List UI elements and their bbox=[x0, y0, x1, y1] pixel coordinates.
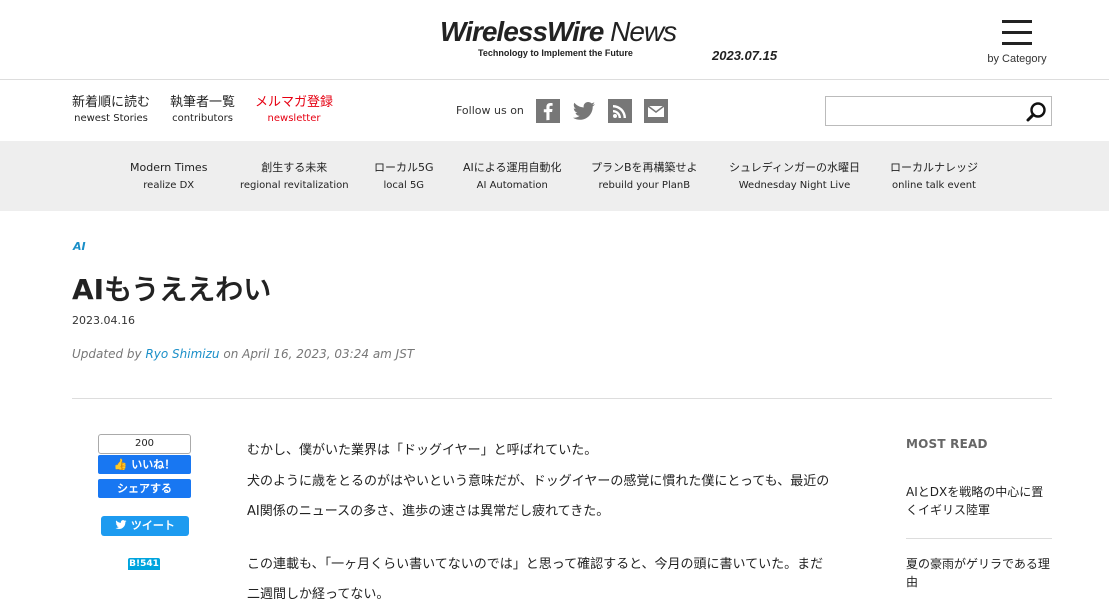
category-modern-times[interactable]: Modern Times realize DX bbox=[130, 159, 207, 195]
sub-navigation: 新着順に読む newest Stories 執筆者一覧 contributors… bbox=[0, 81, 1109, 141]
search-form bbox=[825, 96, 1052, 126]
paragraph-line: むかし、僕がいた業界は「ドッグイヤー」と呼ばれていた。 bbox=[247, 443, 598, 458]
most-read-item[interactable]: AIとDXを戦略の中心に置くイギリス陸軍 bbox=[906, 483, 1052, 519]
facebook-like-button[interactable]: 👍 いいね！ bbox=[98, 455, 191, 474]
facebook-icon[interactable] bbox=[536, 99, 560, 123]
category-label-en: regional revitalization bbox=[240, 180, 349, 191]
paragraph-line: AI関係のニュースの多さ、進歩の速さは異常だし疲れてきた。 bbox=[247, 504, 610, 519]
most-read-heading: MOST READ bbox=[906, 437, 988, 451]
logo-tagline: Technology to Implement the Future bbox=[478, 48, 633, 58]
category-label-jp: プランBを再構築せよ bbox=[591, 161, 698, 174]
category-label-en: local 5G bbox=[383, 180, 425, 191]
search-icon[interactable] bbox=[1025, 101, 1047, 123]
hamburger-icon bbox=[1002, 20, 1032, 46]
tweet-button[interactable]: ツイート bbox=[101, 516, 189, 536]
facebook-share-button[interactable]: シェアする bbox=[98, 479, 191, 498]
divider bbox=[906, 538, 1052, 539]
category-bar: Modern Times realize DX 創生する未来 regional … bbox=[0, 141, 1109, 211]
menu-caption: by Category bbox=[987, 53, 1047, 65]
nav-label-en: newest Stories bbox=[74, 113, 148, 124]
nav-label-jp: 新着順に読む bbox=[72, 95, 151, 110]
category-label-jp: Modern Times bbox=[130, 161, 208, 174]
hatena-bookmark-button[interactable]: B!541 bbox=[128, 558, 160, 570]
category-ai-automation[interactable]: AIによる運用自動化 AI Automation bbox=[463, 159, 561, 195]
author-link[interactable]: Ryo Shimizu bbox=[145, 347, 219, 361]
category-local-knowledge[interactable]: ローカルナレッジ online talk event bbox=[890, 159, 978, 195]
site-header: WirelessWire News Technology to Implemen… bbox=[0, 0, 1109, 80]
facebook-like-label: いいね！ bbox=[131, 458, 176, 471]
article-category-link[interactable]: AI bbox=[73, 240, 86, 253]
article-byline: Updated by Ryo Shimizu on April 16, 2023… bbox=[72, 347, 414, 361]
byline-prefix: Updated by bbox=[72, 347, 146, 361]
category-label-en: rebuild your PlanB bbox=[598, 180, 691, 191]
nav-label-en: newsletter bbox=[267, 113, 321, 124]
category-label-jp: AIによる運用自動化 bbox=[463, 161, 562, 174]
category-rebuild-planb[interactable]: プランBを再構築せよ rebuild your PlanB bbox=[591, 159, 698, 195]
category-label-jp: ローカル5G bbox=[374, 161, 434, 174]
thumbs-up-icon: 👍 bbox=[113, 458, 128, 471]
follow-us-label: Follow us on bbox=[456, 104, 524, 117]
paragraph-line: この連載も、「一ヶ月くらい書いてないのでは」と思って確認すると、今月の頭に書いて… bbox=[247, 556, 824, 572]
category-regional-revitalization[interactable]: 創生する未来 regional revitalization bbox=[240, 159, 349, 195]
nav-newsletter[interactable]: メルマガ登録 newsletter bbox=[255, 95, 333, 127]
twitter-bird-icon bbox=[115, 520, 127, 529]
rss-icon[interactable] bbox=[608, 99, 632, 123]
article-title: AIもうええわい bbox=[72, 273, 272, 306]
category-label-jp: ローカルナレッジ bbox=[890, 161, 978, 174]
divider bbox=[72, 398, 1052, 399]
byline-timestamp: on April 16, 2023, 03:24 am JST bbox=[219, 347, 415, 361]
paragraph-line: 二週間しか経ってない。 bbox=[247, 587, 390, 600]
category-label-en: Wednesday Night Live bbox=[738, 180, 851, 191]
nav-contributors[interactable]: 執筆者一覧 contributors bbox=[170, 95, 235, 127]
nav-label-en: contributors bbox=[172, 113, 233, 124]
mail-icon[interactable] bbox=[644, 99, 668, 123]
logo-wordmark: WirelessWire News bbox=[440, 16, 677, 47]
category-wednesday-night-live[interactable]: シュレディンガーの水曜日 Wednesday Night Live bbox=[729, 159, 860, 195]
category-menu-button[interactable]: by Category bbox=[984, 20, 1050, 66]
paragraph-line: 犬のように歳をとるのがはやいという意味だが、ドッグイヤーの感覚に慣れた僕にとって… bbox=[247, 473, 830, 489]
twitter-icon[interactable] bbox=[572, 99, 596, 123]
category-label-jp: 創生する未来 bbox=[261, 161, 328, 174]
article-body: むかし、僕がいた業界は「ドッグイヤー」と呼ばれていた。 犬のように歳をとるのがは… bbox=[247, 436, 879, 600]
most-read-item[interactable]: 夏の豪雨がゲリラである理由 bbox=[906, 555, 1052, 591]
nav-newest-stories[interactable]: 新着順に読む newest Stories bbox=[72, 95, 150, 127]
category-label-en: AI Automation bbox=[476, 180, 548, 191]
nav-label-jp: メルマガ登録 bbox=[255, 95, 334, 110]
site-logo[interactable]: WirelessWire News Technology to Implemen… bbox=[440, 16, 690, 58]
facebook-like-count: 200 bbox=[98, 434, 191, 454]
nav-label-jp: 執筆者一覧 bbox=[170, 95, 236, 110]
tweet-label: ツイート bbox=[130, 519, 175, 532]
current-date: 2023.07.15 bbox=[712, 48, 778, 63]
article-date: 2023.04.16 bbox=[72, 314, 135, 327]
category-local-5g[interactable]: ローカル5G local 5G bbox=[374, 159, 434, 195]
category-label-jp: シュレディンガーの水曜日 bbox=[729, 161, 861, 174]
category-label-en: realize DX bbox=[143, 180, 195, 191]
category-label-en: online talk event bbox=[892, 180, 976, 191]
search-input[interactable] bbox=[826, 97, 1021, 125]
